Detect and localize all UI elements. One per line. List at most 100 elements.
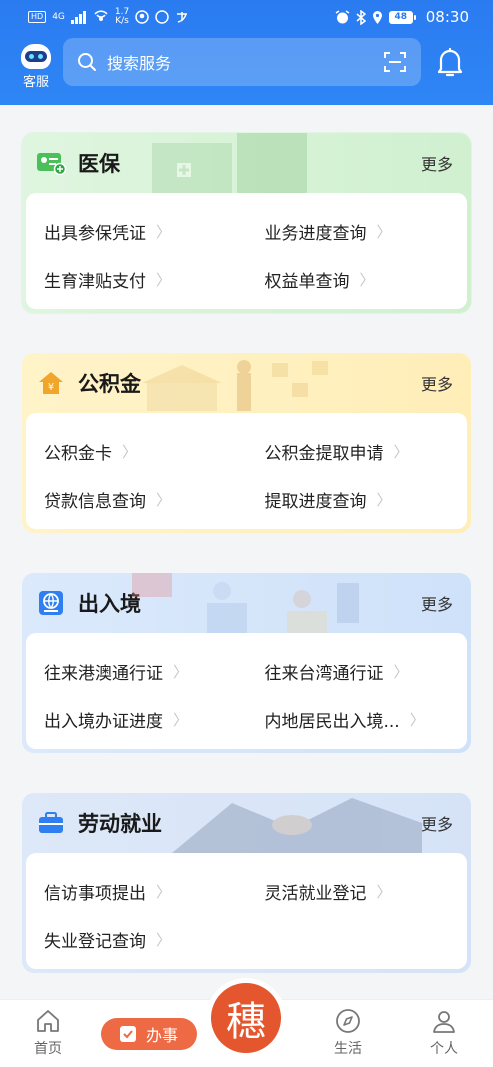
nav-home-label: 首页 — [34, 1041, 62, 1057]
service-item[interactable]: 灵活就业登记〉 — [247, 879, 468, 904]
card-employment: 劳动就业 更多 信访事项提出〉 灵活就业登记〉 失业登记查询〉 — [22, 793, 471, 973]
status-bar-right: 48 08:30 — [335, 8, 469, 26]
card-body: 往来港澳通行证〉 往来台湾通行证〉 出入境办证进度〉 内地居民出入境... 〉 — [26, 633, 467, 749]
service-label: 公积金提取申请 — [264, 443, 384, 464]
clock: 08:30 — [425, 8, 469, 26]
nav-life[interactable]: 生活 — [318, 1008, 378, 1058]
briefcase-icon — [36, 808, 66, 838]
nav-life-label: 生活 — [334, 1041, 362, 1057]
circle-notification-icon — [155, 10, 169, 24]
center-logo-button[interactable]: 穗 — [206, 978, 286, 1058]
service-label: 权益单查询 — [264, 271, 350, 292]
card-header: 劳动就业 更多 — [22, 793, 471, 853]
search-placeholder: 搜索服务 — [107, 54, 172, 73]
search-bar[interactable]: 搜索服务 — [63, 38, 421, 86]
more-link[interactable]: 更多 — [421, 591, 453, 615]
service-item[interactable]: 出入境办证进度〉 — [26, 707, 247, 732]
customer-service-label: 客服 — [22, 75, 49, 90]
service-row: 公积金卡〉 公积金提取申请〉 — [26, 427, 467, 475]
chevron-right-icon: 〉 — [156, 882, 172, 901]
status-bar-left: HD 4G 1.7 K/s — [28, 8, 189, 26]
service-label: 公积金卡 — [44, 443, 112, 464]
checkbox-icon — [119, 1026, 136, 1042]
search-icon — [78, 53, 96, 71]
service-item[interactable]: 出具参保凭证〉 — [26, 219, 247, 244]
service-label: 内地居民出入境... — [264, 711, 400, 732]
robot-icon — [21, 44, 51, 69]
chevron-right-icon: 〉 — [156, 222, 172, 241]
hospital-illustration — [152, 133, 307, 193]
sui-logo: 穗 — [211, 983, 281, 1053]
house-yuan-icon: ¥ — [36, 368, 66, 398]
nav-banshi[interactable]: 办事 — [101, 1018, 197, 1050]
service-item[interactable]: 公积金提取申请〉 — [247, 439, 468, 464]
card-housing-fund: ¥ 公积金 更多 公积金卡〉 公积金提取申请〉 贷款信息查询〉 提取进度查询〉 — [22, 353, 471, 533]
nav-home[interactable]: 首页 — [18, 1008, 78, 1058]
svg-text:¥: ¥ — [48, 382, 54, 393]
battery-tip — [413, 14, 416, 20]
service-row: 信访事项提出〉 灵活就业登记〉 — [26, 867, 467, 915]
service-row: 出入境办证进度〉 内地居民出入境... 〉 — [26, 695, 467, 743]
chevron-right-icon: 〉 — [173, 710, 189, 729]
service-item[interactable]: 往来台湾通行证〉 — [247, 659, 468, 684]
handshake-illustration — [172, 798, 422, 853]
service-row: 失业登记查询〉 — [26, 915, 467, 963]
alipay-icon — [177, 12, 188, 23]
nav-banshi-label: 办事 — [145, 1026, 178, 1045]
more-link[interactable]: 更多 — [421, 811, 453, 835]
service-item[interactable]: 业务进度查询〉 — [247, 219, 468, 244]
more-link[interactable]: 更多 — [421, 371, 453, 395]
service-item[interactable]: 失业登记查询〉 — [26, 927, 247, 952]
service-item[interactable]: 生育津贴支付〉 — [26, 267, 247, 292]
service-item[interactable]: 提取进度查询〉 — [247, 487, 468, 512]
chevron-right-icon: 〉 — [156, 930, 172, 949]
medical-card-icon — [36, 148, 66, 178]
border-control-illustration — [132, 573, 359, 633]
service-label: 提取进度查询 — [264, 491, 367, 512]
bell-icon[interactable] — [432, 44, 468, 80]
card-medical-insurance: 医保 更多 出具参保凭证〉 业务进度查询〉 生育津贴支付〉 权益单查询〉 — [22, 133, 471, 313]
service-label: 业务进度查询 — [264, 223, 367, 244]
service-row: 贷款信息查询〉 提取进度查询〉 — [26, 475, 467, 523]
card-header: 出入境 更多 — [22, 573, 471, 633]
bluetooth-icon — [356, 9, 366, 25]
service-item[interactable]: 权益单查询〉 — [247, 267, 468, 292]
chevron-right-icon: 〉 — [376, 490, 392, 509]
home-icon — [37, 1010, 59, 1032]
location-icon — [372, 10, 382, 24]
service-item[interactable]: 信访事项提出〉 — [26, 879, 247, 904]
bank-illustration — [142, 360, 328, 411]
network-speed: 1.7 K/s — [115, 8, 129, 26]
battery-level: 48 — [388, 10, 413, 24]
chevron-right-icon: 〉 — [393, 442, 409, 461]
chevron-right-icon: 〉 — [376, 882, 392, 901]
card-header: 医保 更多 — [22, 133, 471, 193]
nav-profile[interactable]: 个人 — [414, 1008, 474, 1058]
network-type: 4G — [52, 12, 65, 22]
card-body: 出具参保凭证〉 业务进度查询〉 生育津贴支付〉 权益单查询〉 — [26, 193, 467, 309]
card-body: 信访事项提出〉 灵活就业登记〉 失业登记查询〉 — [26, 853, 467, 969]
nav-profile-label: 个人 — [430, 1041, 458, 1057]
chevron-right-icon: 〉 — [376, 222, 392, 241]
service-row: 出具参保凭证〉 业务进度查询〉 — [26, 207, 467, 255]
service-label: 失业登记查询 — [44, 931, 146, 952]
battery-indicator: 48 — [388, 10, 416, 24]
more-link[interactable]: 更多 — [421, 151, 453, 175]
card-header: ¥ 公积金 更多 — [22, 353, 471, 413]
scan-icon[interactable] — [383, 50, 407, 74]
service-label: 灵活就业登记 — [264, 883, 367, 904]
service-item[interactable]: 内地居民出入境... 〉 — [247, 707, 468, 732]
service-label: 信访事项提出 — [44, 883, 146, 904]
status-bar: HD 4G 1.7 K/s 48 08:30 — [0, 0, 493, 34]
app-notification-icon — [135, 10, 149, 24]
header: HD 4G 1.7 K/s 48 08:30 客服 搜索服务 — [0, 0, 493, 105]
service-label: 往来港澳通行证 — [44, 663, 163, 684]
service-item[interactable]: 往来港澳通行证〉 — [26, 659, 247, 684]
customer-service-button[interactable]: 客服 — [18, 44, 54, 90]
card-exit-entry: 出入境 更多 往来港澳通行证〉 往来台湾通行证〉 出入境办证进度〉 内地居民出入… — [22, 573, 471, 753]
service-item[interactable]: 公积金卡〉 — [26, 439, 247, 464]
service-label: 出具参保凭证 — [44, 223, 146, 244]
service-item[interactable]: 贷款信息查询〉 — [26, 487, 247, 512]
service-label: 贷款信息查询 — [44, 491, 146, 512]
service-row: 往来港澳通行证〉 往来台湾通行证〉 — [26, 647, 467, 695]
